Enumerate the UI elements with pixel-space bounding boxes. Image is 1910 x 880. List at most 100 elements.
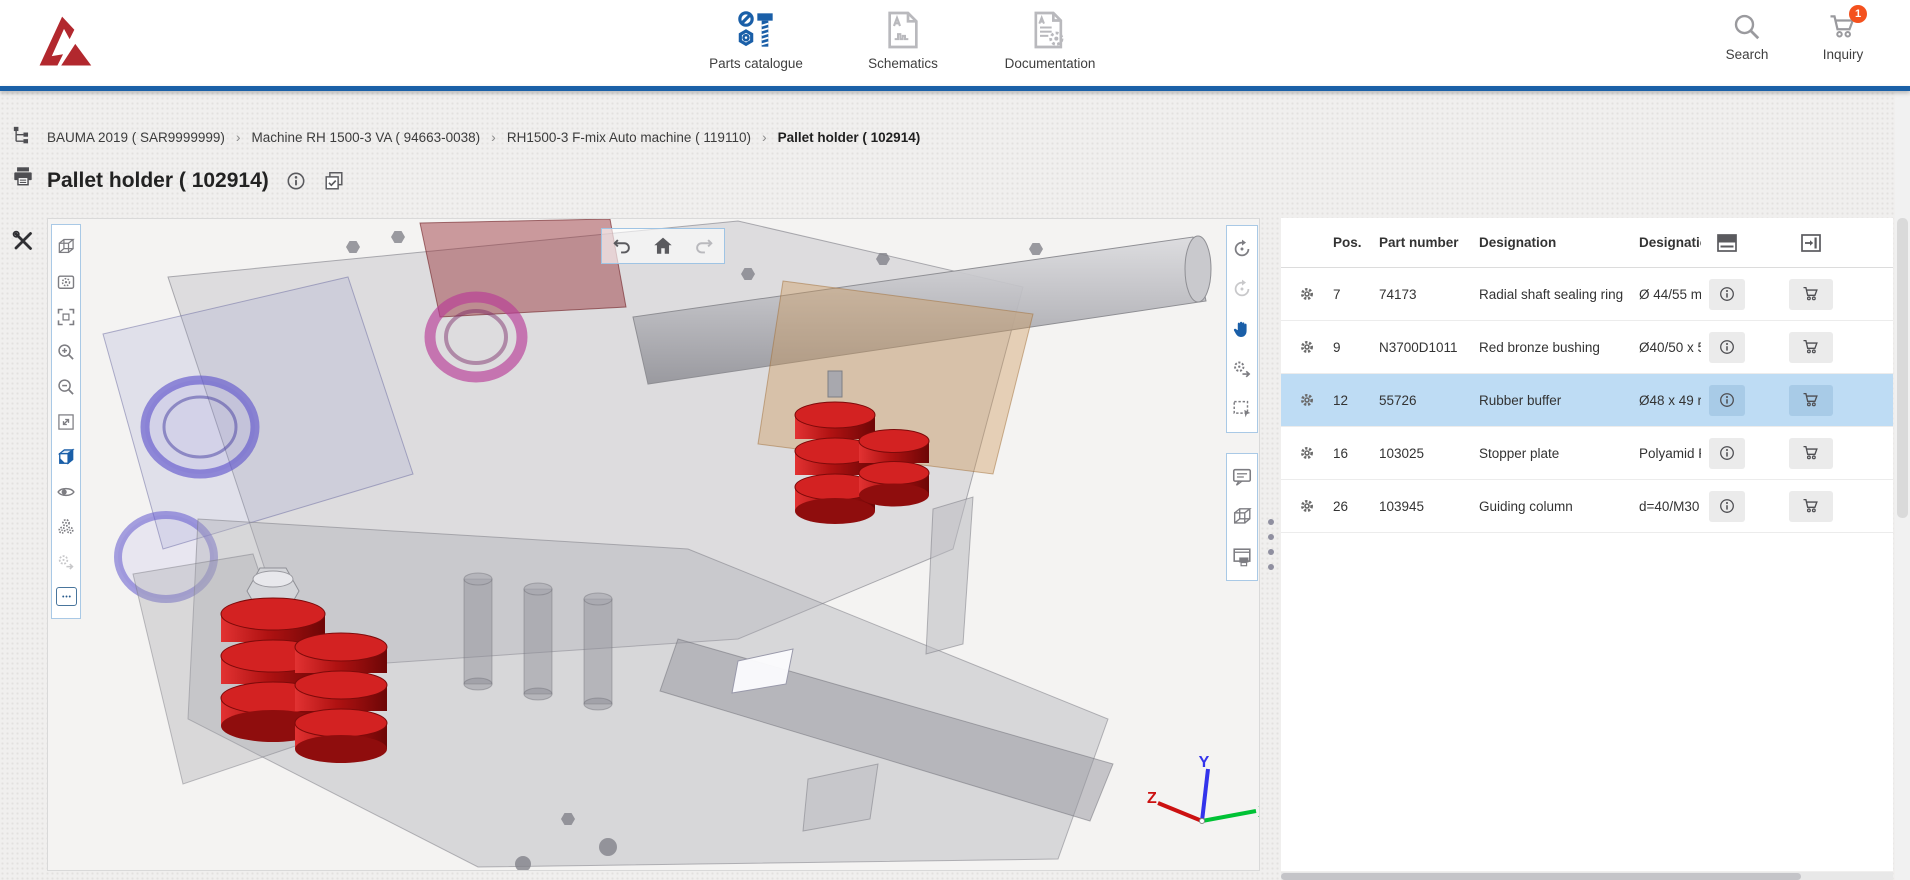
- parts-table-body: 7 74173 Radial shaft sealing ring Ø 44/5…: [1281, 268, 1893, 533]
- visibility-button[interactable]: [52, 474, 80, 509]
- row-settings-button[interactable]: [1281, 286, 1333, 302]
- row-settings-button[interactable]: [1281, 445, 1333, 461]
- row-settings-button[interactable]: [1281, 498, 1333, 514]
- info-icon: [1718, 285, 1736, 303]
- zoom-in-button[interactable]: [52, 334, 80, 369]
- viewer-left-toolbar: [51, 224, 81, 619]
- add-to-cart-button[interactable]: [1789, 438, 1833, 469]
- pan-hand-button[interactable]: [1227, 309, 1257, 349]
- marquee-select-button[interactable]: [1227, 389, 1257, 429]
- print-page-button[interactable]: [12, 165, 34, 187]
- undo-view-button[interactable]: [603, 231, 641, 261]
- inquiry-button[interactable]: 1Inquiry: [1801, 8, 1885, 62]
- col-part-number: Part number: [1379, 235, 1479, 250]
- breadcrumb: BAUMA 2019 ( SAR9999999) › Machine RH 1500…: [47, 129, 920, 145]
- gear-icon: [1299, 498, 1315, 514]
- row-pos: 12: [1333, 393, 1379, 408]
- part-actions-button[interactable]: [52, 544, 80, 579]
- rotate-part-button[interactable]: [1227, 269, 1257, 309]
- select-all-button[interactable]: [323, 170, 345, 192]
- info-icon: [1718, 391, 1736, 409]
- zoomin-icon: [56, 342, 76, 362]
- model-cube-button[interactable]: [1227, 497, 1257, 537]
- axis-triad: Y Z X: [1140, 755, 1260, 847]
- camgear-icon: [56, 272, 76, 292]
- rotate-icon: [1231, 238, 1253, 260]
- nav-schematics[interactable]: Schematics: [835, 6, 971, 71]
- axis-x-label: X: [1258, 804, 1260, 821]
- table-row[interactable]: 9 N3700D1011 Red bronze bushing Ø40/50 x…: [1281, 321, 1893, 374]
- nav-documentation[interactable]: Documentation: [982, 6, 1118, 71]
- nav-label: Schematics: [868, 56, 938, 71]
- part-info-button[interactable]: [1709, 279, 1745, 310]
- cart-icon: [1802, 338, 1820, 356]
- row-designation-2: Ø48 x 49 r: [1639, 393, 1701, 408]
- collapse-right-icon: [1799, 231, 1823, 255]
- panel-splitter[interactable]: [1262, 218, 1279, 871]
- hand-icon: [1231, 318, 1253, 340]
- row-settings-button[interactable]: [1281, 339, 1333, 355]
- part-info-button[interactable]: [1709, 438, 1745, 469]
- company-logo[interactable]: [33, 12, 95, 72]
- cart-icon: [1802, 391, 1820, 409]
- 3d-model-view[interactable]: [48, 219, 1260, 871]
- breadcrumb-item: Pallet holder ( 102914): [778, 130, 921, 145]
- row-designation: Stopper plate: [1479, 446, 1639, 461]
- table-layout-button[interactable]: [1715, 231, 1739, 255]
- redo-icon: [693, 235, 715, 257]
- redo-view-button[interactable]: [685, 231, 723, 261]
- info-icon: [1718, 338, 1736, 356]
- horizontal-scrollbar-thumb[interactable]: [1281, 873, 1801, 880]
- page-title: Pallet holder ( 102914): [47, 169, 269, 193]
- fit-view-button[interactable]: [52, 299, 80, 334]
- rotate-view-button[interactable]: [1227, 229, 1257, 269]
- zoom-out-button[interactable]: [52, 369, 80, 404]
- more-tools-button[interactable]: [52, 579, 80, 614]
- row-part-number: N3700D1011: [1379, 340, 1479, 355]
- breadcrumb-separator-icon: ›: [491, 129, 496, 145]
- resize-view-button[interactable]: [52, 404, 80, 439]
- part-info-button[interactable]: [1709, 332, 1745, 363]
- axis-y-label: Y: [1199, 755, 1210, 771]
- select-parts-button[interactable]: [1227, 349, 1257, 389]
- cube-icon: [56, 237, 76, 257]
- table-row[interactable]: 7 74173 Radial shaft sealing ring Ø 44/5…: [1281, 268, 1893, 321]
- add-to-cart-button[interactable]: [1789, 491, 1833, 522]
- table-row[interactable]: 12 55726 Rubber buffer Ø48 x 49 r: [1281, 374, 1893, 427]
- part-info-button[interactable]: [1709, 491, 1745, 522]
- content-area: BAUMA 2019 ( SAR9999999) › Machine RH 1500…: [0, 91, 1910, 880]
- search-button[interactable]: Search: [1705, 8, 1789, 62]
- breadcrumb-item[interactable]: BAUMA 2019 ( SAR9999999): [47, 130, 225, 145]
- view-cube-button[interactable]: [52, 229, 80, 264]
- add-to-cart-button[interactable]: [1789, 385, 1833, 416]
- vertical-scrollbar-thumb[interactable]: [1897, 218, 1908, 518]
- transparency-mode-button[interactable]: [52, 439, 80, 474]
- table-row[interactable]: 26 103945 Guiding column d=40/M30: [1281, 480, 1893, 533]
- breadcrumb-item[interactable]: RH1500-3 F-mix Auto machine ( 119110): [507, 130, 751, 145]
- row-designation-2: Ø40/50 x 5: [1639, 340, 1701, 355]
- add-to-cart-button[interactable]: [1789, 279, 1833, 310]
- tools-button[interactable]: [11, 229, 35, 253]
- breadcrumb-separator-icon: ›: [236, 129, 241, 145]
- structure-tree-button[interactable]: [12, 125, 34, 147]
- assembly-info-button[interactable]: [285, 170, 307, 192]
- part-info-button[interactable]: [1709, 385, 1745, 416]
- table-row[interactable]: 16 103025 Stopper plate Polyamid P: [1281, 427, 1893, 480]
- header-divider: [0, 86, 1910, 91]
- assembly-parts-button[interactable]: [52, 509, 80, 544]
- render-settings-button[interactable]: [52, 264, 80, 299]
- breadcrumb-item[interactable]: Machine RH 1500-3 VA ( 94663-0038): [252, 130, 481, 145]
- home-view-button[interactable]: [644, 231, 682, 261]
- viewer-right-toolbar-bottom: [1226, 453, 1258, 581]
- dots-icon: [56, 587, 77, 606]
- vertical-scrollbar[interactable]: [1895, 91, 1910, 880]
- add-to-cart-button[interactable]: [1789, 332, 1833, 363]
- row-designation: Red bronze bushing: [1479, 340, 1639, 355]
- print-view-button[interactable]: [1227, 537, 1257, 577]
- row-settings-button[interactable]: [1281, 392, 1333, 408]
- nav-parts-catalogue[interactable]: Parts catalogue: [688, 6, 824, 71]
- collapse-panel-button[interactable]: [1799, 231, 1823, 255]
- horizontal-scrollbar[interactable]: [1281, 872, 1893, 880]
- annotation-button[interactable]: [1227, 457, 1257, 497]
- cubesolid-icon: [56, 447, 76, 467]
